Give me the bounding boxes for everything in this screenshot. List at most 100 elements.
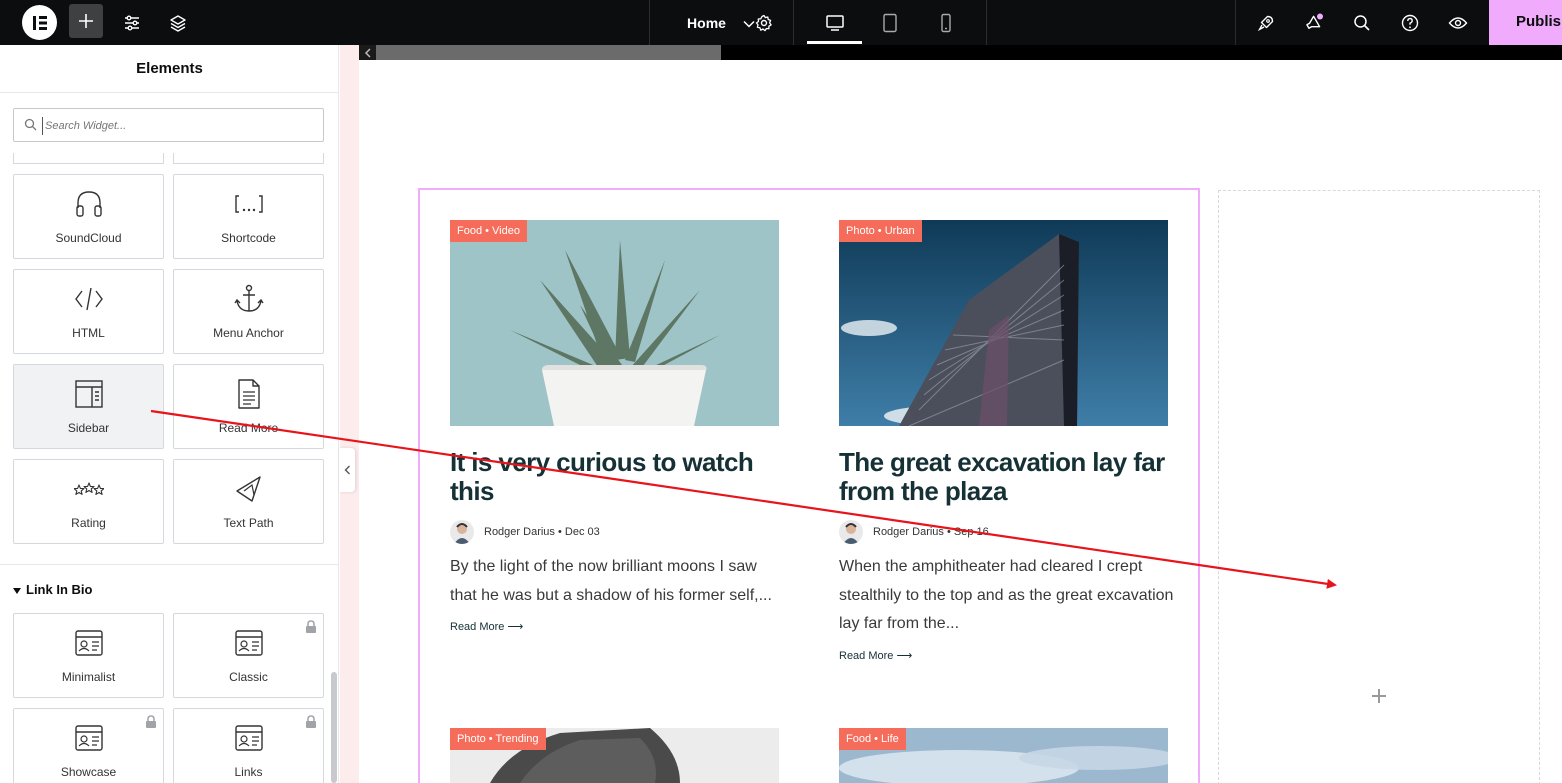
widget-label: Menu Anchor <box>213 326 284 340</box>
sliders-icon <box>125 15 139 30</box>
stars-icon <box>14 472 163 506</box>
post-category-badge[interactable]: Food • Life <box>839 728 906 750</box>
desktop-icon <box>825 14 844 31</box>
read-more-link[interactable]: Read More ⟶ <box>450 620 523 633</box>
page-name: Home <box>687 14 726 31</box>
post-category-badge[interactable]: Photo • Urban <box>839 220 922 242</box>
document-icon <box>174 377 323 411</box>
widget-label: Minimalist <box>61 670 116 684</box>
bio-card-icon <box>174 721 323 755</box>
chevron-left-icon <box>344 465 350 475</box>
code-icon <box>14 282 163 316</box>
rocket-icon <box>1257 15 1274 31</box>
launchpad-button[interactable] <box>1252 0 1280 45</box>
widget-label: HTML <box>72 326 105 340</box>
author-avatar <box>839 520 863 544</box>
search-input[interactable] <box>42 117 312 135</box>
active-device-indicator <box>807 41 862 44</box>
widget-label: Sidebar <box>67 421 110 435</box>
megaphone-icon <box>1306 13 1323 29</box>
category-link-in-bio[interactable]: Link In Bio <box>13 582 92 597</box>
bio-card-icon <box>14 721 163 755</box>
category-label: Link In Bio <box>26 582 93 597</box>
widget-label: Read More <box>218 421 279 435</box>
search-icon <box>24 118 37 136</box>
publish-button[interactable]: Publish <box>1489 0 1562 45</box>
widget-soundcloud[interactable]: SoundCloud <box>13 174 164 259</box>
post-meta: Rodger Darius • Dec 03 <box>450 520 600 544</box>
post-category-badge[interactable]: Food • Video <box>450 220 527 242</box>
collapse-panel-button[interactable] <box>339 448 355 492</box>
scroll-left-icon[interactable] <box>359 45 376 60</box>
author-avatar <box>450 520 474 544</box>
post-image-plant[interactable]: Food • Video <box>450 220 779 426</box>
post-meta: Rodger Darius • Sep 16 <box>839 520 989 544</box>
preview-button[interactable] <box>1444 0 1472 45</box>
widget-label: Showcase <box>60 765 117 779</box>
widget-label: Links <box>234 765 263 779</box>
add-element-plus-icon[interactable] <box>1370 687 1388 705</box>
post-title[interactable]: It is very curious to watch this <box>450 448 785 506</box>
post-excerpt: When the amphitheater had cleared I crep… <box>839 558 1174 632</box>
widget-html[interactable]: HTML <box>13 269 164 354</box>
editor-topbar: Home Publis <box>0 0 1562 45</box>
post-image-building[interactable]: Photo • Urban <box>839 220 1168 426</box>
page-settings-button[interactable] <box>749 0 779 45</box>
widget-label: Classic <box>229 670 268 684</box>
mobile-view-button[interactable] <box>932 0 960 45</box>
panel-title: Elements <box>0 45 339 93</box>
finder-button[interactable] <box>1348 0 1376 45</box>
search-icon <box>1354 14 1370 31</box>
widget-sidebar[interactable]: Sidebar <box>13 364 164 449</box>
sidebar-icon <box>14 377 163 411</box>
bio-card-icon <box>174 626 323 660</box>
widget-label: Text Path <box>223 516 274 530</box>
site-settings-button[interactable] <box>116 0 148 45</box>
help-icon <box>1401 14 1419 31</box>
widget-links[interactable]: Links <box>173 708 324 783</box>
whats-new-button[interactable] <box>1300 0 1328 45</box>
add-element-button[interactable] <box>69 4 103 38</box>
text-path-icon <box>174 472 323 506</box>
widget-classic[interactable]: Classic <box>173 613 324 698</box>
caret-down-icon <box>13 582 21 597</box>
widget-tile[interactable] <box>13 153 164 164</box>
elementor-logo-icon[interactable] <box>22 5 57 40</box>
elements-panel: Elements SoundCloud Shortcode <box>0 45 339 783</box>
post-image-sky[interactable]: Food • Life <box>839 728 1168 783</box>
layers-icon <box>170 14 186 32</box>
gear-icon <box>755 14 772 31</box>
post-title[interactable]: The great excavation lay far from the pl… <box>839 448 1174 506</box>
post-author-date: Rodger Darius • Sep 16 <box>873 526 989 538</box>
header-image-placeholder <box>376 45 721 60</box>
bio-card-icon <box>14 626 163 660</box>
widget-read-more[interactable]: Read More <box>173 364 324 449</box>
widget-showcase[interactable]: Showcase <box>13 708 164 783</box>
eye-icon <box>1448 16 1468 29</box>
headphones-icon <box>14 187 163 221</box>
widget-text-path[interactable]: Text Path <box>173 459 324 544</box>
widget-minimalist[interactable]: Minimalist <box>13 613 164 698</box>
widget-menu-anchor[interactable]: Menu Anchor <box>173 269 324 354</box>
post-excerpt: By the light of the now brilliant moons … <box>450 558 772 604</box>
structure-button[interactable] <box>162 0 194 45</box>
read-more-link[interactable]: Read More ⟶ <box>839 649 912 662</box>
widget-label: Shortcode <box>221 231 276 245</box>
post-category-badge[interactable]: Photo • Trending <box>450 728 546 750</box>
help-button[interactable] <box>1396 0 1424 45</box>
widget-label: SoundCloud <box>55 231 122 245</box>
widget-rating[interactable]: Rating <box>13 459 164 544</box>
widget-shortcode[interactable]: Shortcode <box>173 174 324 259</box>
widget-label: Rating <box>71 516 106 530</box>
post-author-date: Rodger Darius • Dec 03 <box>484 526 600 538</box>
plus-icon <box>79 14 93 28</box>
panel-scrollbar[interactable] <box>331 672 337 783</box>
tablet-view-button[interactable] <box>876 0 904 45</box>
widget-tile[interactable] <box>173 153 324 164</box>
desktop-view-button[interactable] <box>807 0 862 45</box>
tablet-icon <box>883 13 897 32</box>
widget-search[interactable] <box>13 108 324 142</box>
post-image-sweater[interactable]: Photo • Trending <box>450 728 779 783</box>
mobile-icon <box>941 13 951 32</box>
anchor-icon <box>174 282 323 316</box>
